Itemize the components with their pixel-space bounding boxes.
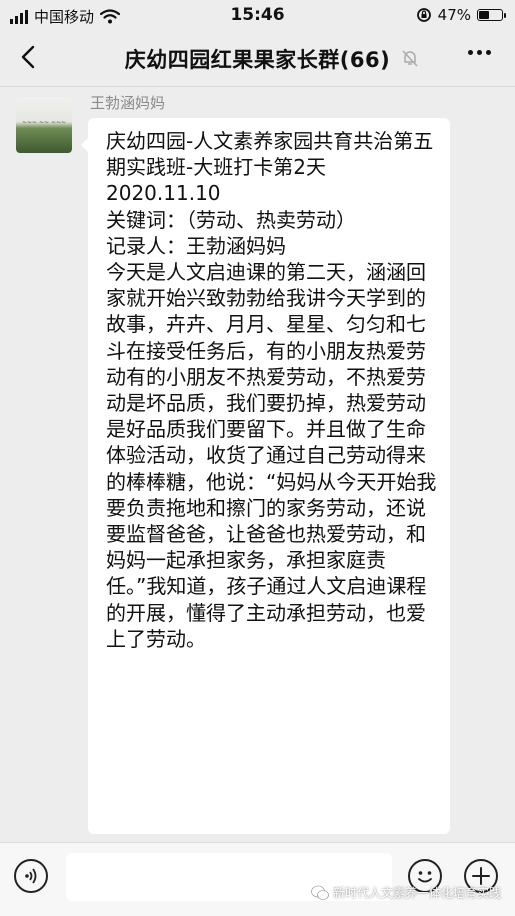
- input-bar: [0, 842, 515, 916]
- watermark: 新时代人文素养一体化培育实践: [311, 884, 501, 901]
- battery-fill: [479, 11, 489, 19]
- avatar[interactable]: ~~~ ~~ ~~~: [16, 97, 72, 153]
- orientation-lock-icon: [416, 8, 431, 22]
- chat-title: 庆幼四园红果果家长群(66): [124, 48, 391, 72]
- watermark-text: 新时代人文素养一体化培育实践: [332, 886, 501, 900]
- nav-bar: 庆幼四园红果果家长群(66): [0, 30, 515, 87]
- sender-name: 王勃涵妈妈: [90, 94, 166, 112]
- message-bubble[interactable]: 庆幼四园-人文素养家园共育共治第五期实践班-大班打卡第2天 2020.11.10…: [81, 118, 450, 834]
- wechat-icon: [311, 885, 329, 900]
- status-bar: 中国移动 15:46 47%: [0, 0, 515, 30]
- more-dots-icon[interactable]: [468, 50, 491, 55]
- voice-waves-icon: [25, 868, 37, 884]
- message-text: 庆幼四园-人文素养家园共育共治第五期实践班-大班打卡第2天 2020.11.10…: [106, 129, 437, 651]
- status-right: 47%: [416, 6, 506, 24]
- bell-mute-icon: [402, 50, 418, 67]
- avatar-scribble: ~~~ ~~ ~~~: [22, 119, 67, 126]
- battery-percent: 47%: [437, 6, 471, 24]
- battery-icon: [477, 9, 506, 21]
- voice-icon[interactable]: [14, 859, 48, 893]
